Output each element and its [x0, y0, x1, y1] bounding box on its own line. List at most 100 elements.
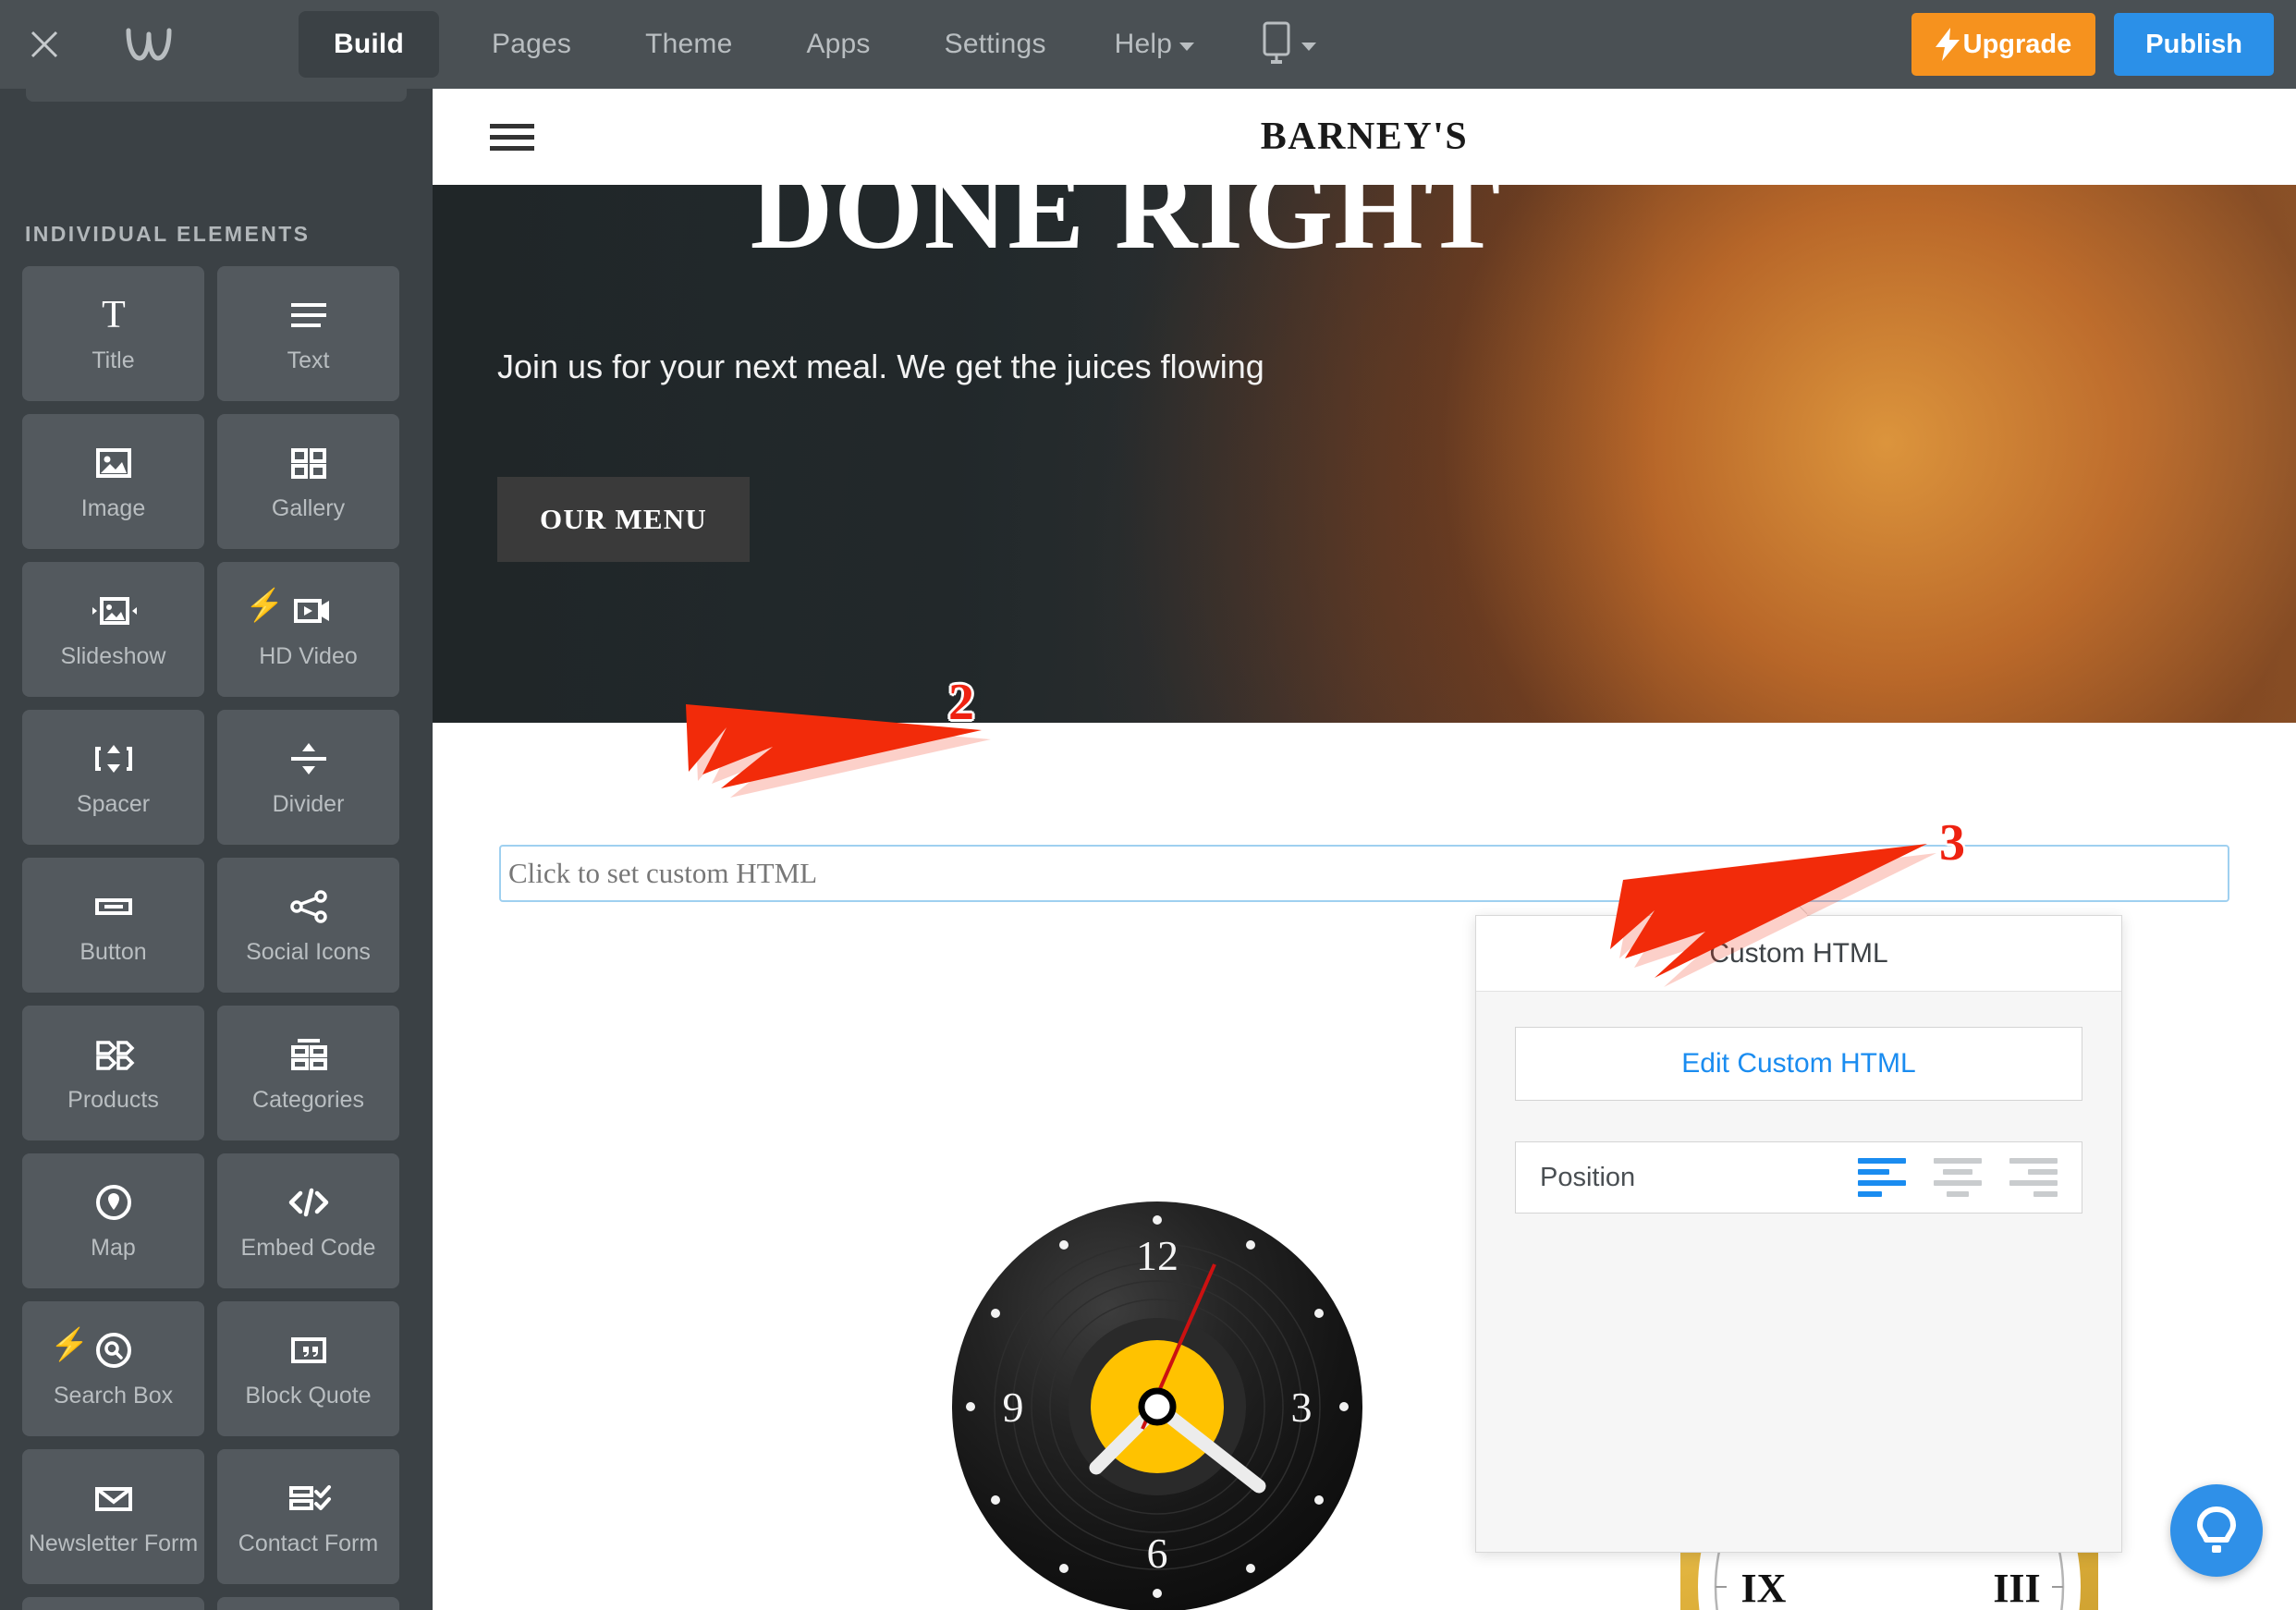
- element-card-map[interactable]: Map: [22, 1153, 204, 1288]
- mobile-device-icon: [1263, 21, 1290, 64]
- tab-apps[interactable]: Apps: [769, 0, 907, 89]
- help-assistant-button[interactable]: [2170, 1484, 2263, 1577]
- top-toolbar: Build Pages Theme Apps Settings Help Upg…: [0, 0, 2296, 89]
- weebly-logo-icon: [126, 28, 172, 61]
- block-quote-icon: [283, 1327, 335, 1373]
- vinyl-clock-face: 12 3 6 9: [952, 1201, 1362, 1610]
- edit-custom-html-label: Edit Custom HTML: [1681, 1048, 1916, 1079]
- our-menu-button[interactable]: OUR MENU: [497, 477, 750, 562]
- roman-numeral-ix: IX: [1741, 1566, 1787, 1610]
- element-card-title[interactable]: T Title: [22, 266, 204, 401]
- map-pin-icon: [88, 1179, 140, 1226]
- element-card-divider[interactable]: Divider: [217, 710, 399, 845]
- newsletter-icon: [88, 1475, 140, 1521]
- site-preview-canvas: BARNEY'S DONE RIGHT Join us for your nex…: [433, 89, 2296, 1610]
- sidebar-search-input[interactable]: [26, 89, 407, 102]
- publish-button[interactable]: Publish: [2114, 13, 2274, 76]
- element-card-search-box[interactable]: ⚡ Search Box: [22, 1301, 204, 1436]
- custom-html-settings-popup: Custom HTML Edit Custom HTML Position: [1475, 915, 2122, 1553]
- image-icon: [88, 440, 140, 486]
- element-card-label: Embed Code: [240, 1235, 376, 1262]
- custom-html-placeholder: Click to set custom HTML: [508, 857, 818, 889]
- tab-build[interactable]: Build: [299, 11, 439, 78]
- element-card-label: Contact Form: [238, 1531, 379, 1557]
- element-card-label: HD Video: [259, 643, 358, 670]
- sidebar-section-heading: INDIVIDUAL ELEMENTS: [25, 222, 311, 246]
- edit-custom-html-button[interactable]: Edit Custom HTML: [1515, 1027, 2082, 1101]
- close-editor-button[interactable]: [0, 0, 89, 89]
- element-card-label: Slideshow: [60, 643, 166, 670]
- clock-numeral-12: 12: [1136, 1232, 1179, 1279]
- title-icon: T: [88, 292, 140, 338]
- categories-icon: [283, 1031, 335, 1078]
- tab-help[interactable]: Help: [1083, 0, 1227, 89]
- element-card-block-quote[interactable]: Block Quote: [217, 1301, 399, 1436]
- element-card-social-icons[interactable]: Social Icons: [217, 858, 399, 993]
- close-icon: [31, 30, 58, 58]
- element-card-survey[interactable]: Survey: [217, 1597, 399, 1610]
- bolt-icon: [1935, 28, 1960, 61]
- slideshow-icon: [88, 588, 140, 634]
- popup-body: Edit Custom HTML Position: [1476, 992, 2121, 1214]
- element-card-embed-code[interactable]: Embed Code: [217, 1153, 399, 1288]
- hero-section: DONE RIGHT Join us for your next meal. W…: [433, 185, 2296, 723]
- element-card-image[interactable]: Image: [22, 414, 204, 549]
- search-box-icon: [88, 1327, 140, 1373]
- element-card-newsletter-form[interactable]: Newsletter Form: [22, 1449, 204, 1584]
- tab-build-wrap: Build: [283, 11, 455, 78]
- element-card-label: Gallery: [271, 495, 346, 522]
- hero-subtitle: Join us for your next meal. We get the j…: [497, 348, 1264, 385]
- custom-html-element[interactable]: Click to set custom HTML: [499, 845, 2229, 902]
- clock-numeral-9: 9: [1003, 1384, 1024, 1431]
- social-icons-icon: [283, 884, 335, 930]
- element-card-label: Map: [91, 1235, 136, 1262]
- element-card-spacer[interactable]: Spacer: [22, 710, 204, 845]
- main-nav: Build Pages Theme Apps Settings Help: [283, 0, 1226, 89]
- align-left-button[interactable]: [1858, 1158, 1906, 1197]
- embed-code-icon: [283, 1179, 335, 1226]
- popup-title: Custom HTML: [1476, 916, 2121, 992]
- element-card-contact-form[interactable]: Contact Form: [217, 1449, 399, 1584]
- weebly-logo[interactable]: [89, 0, 209, 89]
- element-card-label: Social Icons: [246, 939, 371, 966]
- products-icon: [88, 1031, 140, 1078]
- element-card-hd-video[interactable]: ⚡ HD Video: [217, 562, 399, 697]
- site-brand: BARNEY'S: [1260, 116, 1469, 158]
- tab-settings[interactable]: Settings: [908, 0, 1083, 89]
- gallery-icon: [283, 440, 335, 486]
- element-card-label: Title: [92, 348, 135, 374]
- upgrade-label: Upgrade: [1962, 29, 2072, 59]
- device-preview-selector[interactable]: [1226, 0, 1350, 89]
- annotation-number-2: 2: [948, 674, 974, 731]
- element-card-label: Newsletter Form: [28, 1531, 199, 1557]
- element-card-rsvp-form[interactable]: RSVP Form: [22, 1597, 204, 1610]
- upgrade-button[interactable]: Upgrade: [1911, 13, 2096, 76]
- element-card-label: Text: [287, 348, 330, 374]
- element-card-label: Block Quote: [245, 1383, 372, 1409]
- element-card-text[interactable]: Text: [217, 266, 399, 401]
- element-card-slideshow[interactable]: Slideshow: [22, 562, 204, 697]
- tab-help-label: Help: [1114, 29, 1173, 59]
- element-card-label: Categories: [252, 1087, 364, 1114]
- element-card-label: Divider: [272, 791, 345, 818]
- clock-numeral-3: 3: [1291, 1384, 1313, 1431]
- tab-pages[interactable]: Pages: [455, 0, 608, 89]
- pro-bolt-icon: ⚡: [245, 588, 285, 623]
- annotation-number-3: 3: [1939, 814, 1965, 872]
- lightbulb-icon: [2197, 1506, 2236, 1553]
- tab-theme[interactable]: Theme: [608, 0, 769, 89]
- divider-icon: [283, 736, 335, 782]
- position-row: Position: [1515, 1141, 2082, 1214]
- clock-center-cap: [1138, 1387, 1177, 1426]
- chevron-down-icon: [1301, 42, 1317, 51]
- element-card-products[interactable]: Products: [22, 1006, 204, 1140]
- element-card-categories[interactable]: Categories: [217, 1006, 399, 1140]
- publish-label: Publish: [2145, 29, 2242, 59]
- element-card-gallery[interactable]: Gallery: [217, 414, 399, 549]
- position-label: Position: [1540, 1162, 1636, 1192]
- hero-title: DONE RIGHT: [750, 185, 1502, 273]
- align-right-button[interactable]: [2009, 1158, 2058, 1197]
- alignment-group: [1858, 1158, 2058, 1197]
- align-center-button[interactable]: [1934, 1158, 1982, 1197]
- element-card-button[interactable]: Button: [22, 858, 204, 993]
